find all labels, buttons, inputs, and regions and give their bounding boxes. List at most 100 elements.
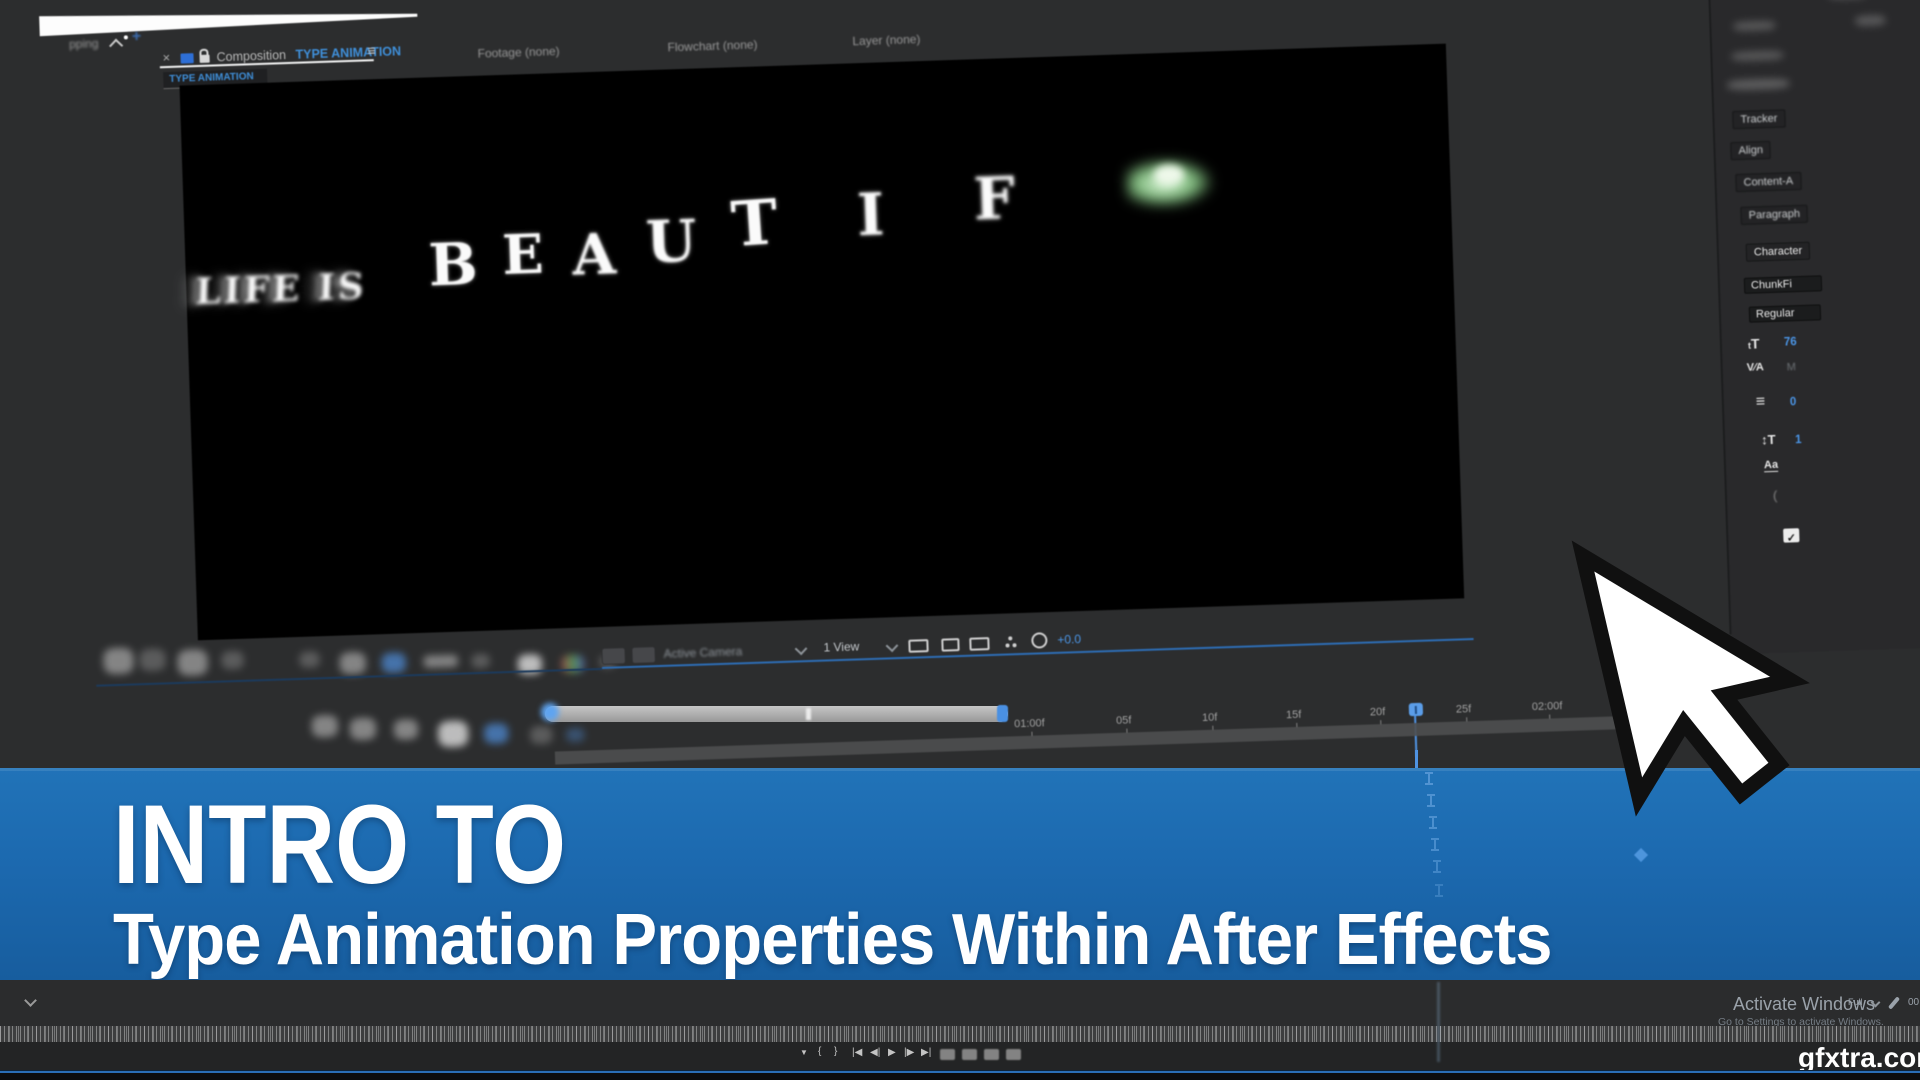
canvas-letter: I: [856, 180, 885, 249]
panel-color-chip-icon: [180, 53, 193, 63]
timeline-button-blurred[interactable]: [394, 719, 419, 740]
playhead-notch: [1415, 706, 1417, 714]
navigator-end-handle[interactable]: [997, 705, 1008, 722]
timeline-button-blurred[interactable]: [530, 726, 553, 745]
toolbar-button-blurred[interactable]: [424, 655, 458, 668]
title-safe-icon[interactable]: [908, 639, 928, 653]
transport-strip: [0, 1042, 1920, 1070]
panel-tab-align[interactable]: Align: [1730, 141, 1771, 160]
cursor-arrow-icon: [1560, 536, 1850, 836]
tracking-value[interactable]: 0: [1790, 396, 1797, 408]
keyframe-mark: [1432, 860, 1442, 873]
timeline-button-blurred[interactable]: [311, 715, 338, 738]
kerning-icon: V⁄A: [1747, 361, 1765, 374]
tab-flowchart[interactable]: Flowchart (none): [667, 37, 757, 54]
previous-frame-button[interactable]: ◀|: [870, 1047, 880, 1058]
marker-button[interactable]: ▼: [800, 1048, 808, 1057]
toolbar-button-blurred[interactable]: [299, 651, 320, 668]
snapshot-camera-icon[interactable]: [969, 637, 989, 651]
ruler-label: 15f: [1286, 709, 1302, 722]
keyframe-mark: [1434, 884, 1444, 897]
timeline-button-blurred[interactable]: [566, 728, 584, 743]
work-area-end-button[interactable]: }: [834, 1046, 837, 1057]
hamburger-menu-icon[interactable]: ≡: [367, 42, 376, 58]
ruler-label: 10f: [1202, 712, 1218, 725]
toolbar-button-blurred[interactable]: [103, 647, 134, 674]
baseline-shift-icon: Aa: [1764, 459, 1778, 472]
canvas-letter: T: [729, 185, 780, 261]
status-strip: [0, 980, 1920, 1026]
canvas-letter: A: [571, 221, 617, 288]
canvas-phrase: LIFE IS: [195, 265, 368, 313]
toolbar-button-blurred[interactable]: [339, 652, 366, 675]
panel-tab-character[interactable]: Character: [1746, 242, 1811, 262]
next-frame-button[interactable]: |▶: [904, 1047, 914, 1058]
playhead-glow-streak: [1437, 982, 1440, 1062]
timeline-button-blurred[interactable]: [350, 717, 377, 740]
panel-tab-tracker[interactable]: Tracker: [1732, 109, 1785, 129]
timecode-clipped: 00: [1908, 997, 1919, 1008]
layers-button[interactable]: [1006, 1049, 1021, 1060]
navigator-start-handle[interactable]: [541, 703, 559, 721]
ruler-label: 05f: [1116, 714, 1132, 727]
kerning-value[interactable]: M: [1787, 361, 1797, 373]
work-area-start-button[interactable]: {: [818, 1046, 821, 1057]
window-control-blurred: [1855, 15, 1885, 26]
timeline-button-blurred[interactable]: [438, 720, 469, 747]
font-family-dropdown[interactable]: ChunkFi: [1744, 275, 1822, 294]
region-of-interest-icon[interactable]: [941, 638, 959, 652]
dot-icon: [124, 35, 128, 39]
ruler-label: 01:00f: [1014, 717, 1045, 730]
navigator-notch: [806, 708, 811, 720]
tab-footage[interactable]: Footage (none): [477, 44, 559, 61]
camera-select-dropdown[interactable]: Active Camera: [663, 644, 742, 661]
toolbar-button-blurred[interactable]: [381, 652, 406, 673]
snapshot-button[interactable]: [984, 1049, 999, 1060]
playhead-line-extension: [1415, 750, 1418, 770]
snap-3d-icon[interactable]: +: [132, 28, 142, 46]
ruler-label: 02:00f: [1532, 700, 1563, 713]
view-layout-dropdown[interactable]: 1 View: [823, 639, 859, 654]
canvas-letter: F: [973, 164, 1016, 233]
toolbar-button-blurred[interactable]: [472, 654, 490, 669]
ruler-label: 20f: [1370, 706, 1386, 719]
play-button[interactable]: ▶: [888, 1047, 896, 1058]
go-to-end-button[interactable]: ▶|: [921, 1047, 931, 1058]
panel-tab-content-aware[interactable]: Content-A: [1735, 172, 1801, 192]
toolbar-button-blurred[interactable]: [177, 649, 208, 676]
vertical-scale-icon: ↕T: [1761, 432, 1776, 447]
composition-viewport[interactable]: [180, 44, 1465, 641]
viewer-option-button[interactable]: [631, 646, 656, 664]
paren-mark: (: [1773, 488, 1778, 503]
audio-waveform-strip: [0, 1026, 1920, 1042]
audio-preview-button[interactable]: [962, 1049, 977, 1060]
toolbar-button-blurred[interactable]: [139, 648, 166, 671]
toolbar-button-blurred[interactable]: [221, 651, 244, 670]
keyframe-mark: [1428, 816, 1438, 829]
keyframe-mark: [1424, 772, 1434, 785]
canvas-letter: B: [427, 230, 478, 300]
bottom-black-bar: [0, 1073, 1920, 1080]
snapping-label: pping: [69, 36, 99, 51]
screenshot-stage: pping + × Composition TYPE ANIMATION ≡ T…: [0, 0, 1920, 1080]
go-to-start-button[interactable]: |◀: [852, 1047, 862, 1058]
keyframe-mark: [1426, 794, 1436, 807]
vertical-scale-value[interactable]: 1: [1795, 434, 1802, 446]
timeline-button-blurred[interactable]: [484, 723, 509, 744]
canvas-letter: E: [501, 222, 544, 287]
exposure-value[interactable]: +0.0: [1057, 632, 1081, 647]
ram-preview-button[interactable]: [940, 1049, 955, 1060]
activate-mode-label: Full: [1848, 997, 1863, 1007]
keyframe-mark: [1430, 838, 1440, 851]
font-size-icon: tT: [1748, 335, 1760, 351]
font-size-value[interactable]: 76: [1784, 336, 1797, 348]
viewer-option-button[interactable]: [601, 647, 626, 665]
tab-layer[interactable]: Layer (none): [852, 32, 920, 48]
font-style-dropdown[interactable]: Regular: [1749, 304, 1821, 322]
tracking-icon: ≡: [1756, 393, 1766, 411]
lock-icon[interactable]: [199, 55, 209, 63]
panel-tab-paragraph[interactable]: Paragraph: [1740, 205, 1808, 225]
close-tab-icon[interactable]: ×: [162, 50, 170, 65]
canvas-letter: U: [645, 207, 698, 277]
timeline-navigator[interactable]: [545, 706, 1008, 722]
